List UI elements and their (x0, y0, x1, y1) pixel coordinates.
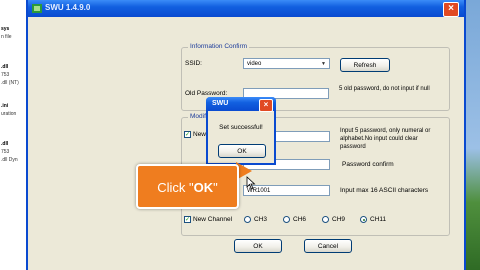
window-title: SWU 1.4.9.0 (45, 3, 91, 12)
new-password-checkbox[interactable]: ✓ (184, 131, 191, 138)
ok-button[interactable]: OK (234, 239, 282, 253)
new-channel-label: New Channel (193, 216, 233, 223)
dialog-message: Set successful! (219, 124, 263, 131)
file-label: sys (1, 26, 10, 32)
dialog-close-button[interactable]: × (259, 99, 273, 112)
channel-ch11-label: CH11 (370, 216, 387, 223)
channel-ch6-radio[interactable] (283, 216, 290, 223)
callout-suffix: " (213, 180, 218, 195)
instruction-callout: Click "OK" (136, 164, 239, 209)
old-password-label: Old Password: (185, 90, 228, 97)
old-password-hint: 5 old password, do not input if null (339, 86, 430, 92)
explorer-file-list: sys n file .dll 753 .dll (NT) .ini urati… (0, 0, 26, 270)
channel-ch9-label: CH9 (332, 216, 346, 223)
file-label: uration (1, 111, 17, 117)
chevron-down-icon: ▼ (321, 61, 326, 67)
file-label: n file (1, 34, 12, 40)
channel-ch3-radio[interactable] (244, 216, 251, 223)
password-confirm-hint: Password confirm (342, 161, 394, 168)
channel-ch11-radio[interactable] (360, 216, 367, 223)
new-channel-checkbox[interactable]: ✓ (184, 216, 191, 223)
mouse-cursor-icon (246, 176, 256, 190)
channel-ch3-label: CH3 (254, 216, 268, 223)
file-label: .dll (NT) (1, 80, 19, 86)
dialog-title: SWU (212, 100, 229, 107)
information-confirm-title: Information Confirm (188, 43, 250, 50)
dialog-titlebar[interactable]: SWU × (206, 97, 276, 112)
file-label: .dll (1, 64, 9, 70)
window-close-button[interactable]: × (443, 2, 459, 17)
callout-prefix: Click " (157, 180, 194, 195)
callout-bold: OK (193, 180, 214, 195)
refresh-button[interactable]: Refresh (340, 58, 390, 72)
file-label: .dll Dyn (1, 157, 18, 163)
ssid-select[interactable]: video ▼ (243, 58, 330, 69)
dialog-ok-button[interactable]: OK (218, 144, 266, 158)
ssid-value: video (247, 61, 262, 67)
file-label: .ini (1, 103, 9, 109)
callout-text: Click "OK" (138, 180, 237, 195)
ssid-label: SSID: (185, 60, 202, 67)
new-ssid-input[interactable]: WR1001 (243, 185, 330, 196)
app-icon (32, 4, 42, 13)
new-ssid-hint: Input max 16 ASCII characters (340, 187, 429, 194)
file-label: .dll (1, 141, 9, 147)
success-dialog: SWU × Set successful! OK (206, 97, 276, 165)
file-label: 753 (1, 72, 10, 78)
new-password-hint: Input 5 password, only numeral or alphab… (340, 128, 431, 150)
channel-ch9-radio[interactable] (322, 216, 329, 223)
file-label: 753 (1, 149, 10, 155)
channel-ch6-label: CH6 (293, 216, 307, 223)
window-titlebar[interactable]: SWU 1.4.9.0 × (28, 0, 464, 17)
cancel-button[interactable]: Cancel (304, 239, 352, 253)
